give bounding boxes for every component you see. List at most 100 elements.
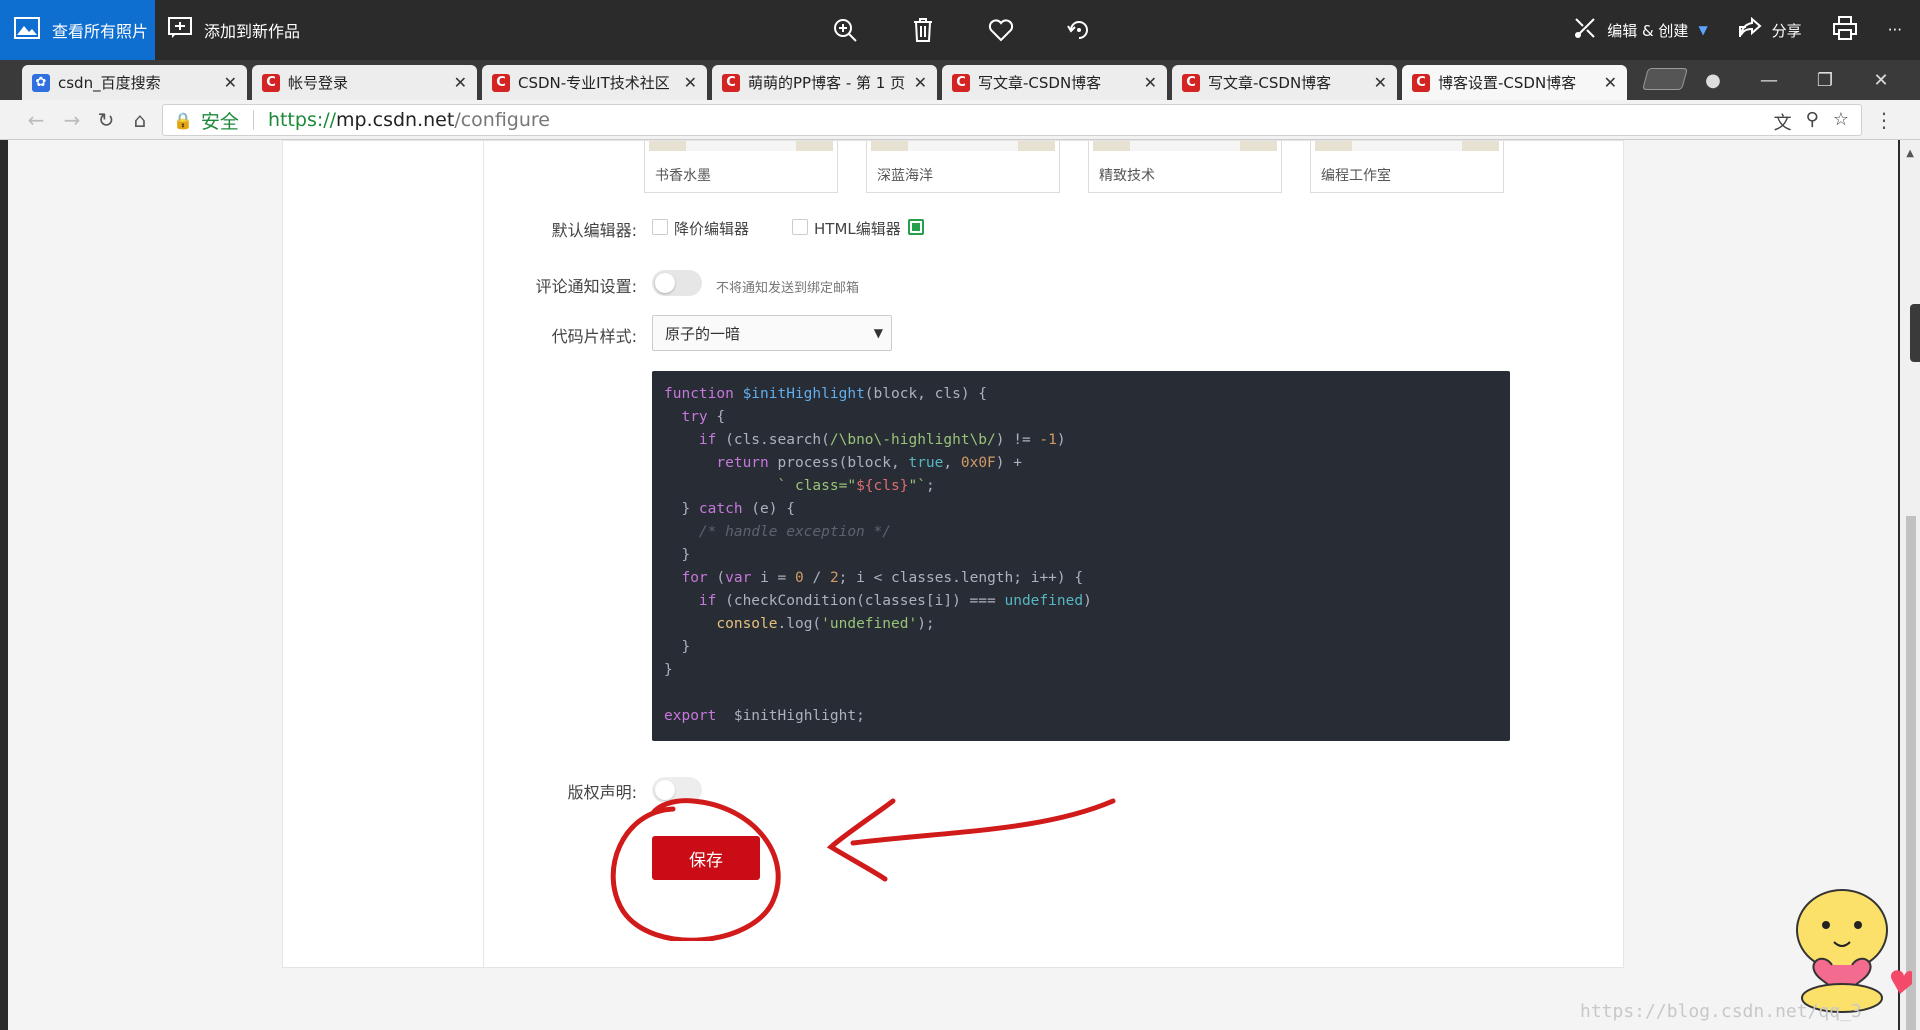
side-handle[interactable] <box>1910 304 1920 362</box>
photos-app-bar: 查看所有照片 添加到新作品 编辑 & 创建 ▼ 分享 ··· <box>0 0 1920 60</box>
window-close-icon[interactable]: ✕ <box>1856 60 1906 100</box>
theme-thumbnail <box>1093 141 1277 151</box>
theme-label: 编程工作室 <box>1321 168 1391 184</box>
lock-icon: 🔒 <box>173 110 193 130</box>
restore-icon[interactable]: ❐ <box>1800 60 1850 100</box>
url-host: mp.csdn.net <box>336 109 455 131</box>
browser-tab-bar: ✿ csdn_百度搜索 ✕ C 帐号登录 ✕ C CSDN-专业IT技术社区 ✕… <box>0 60 1920 100</box>
more-button[interactable]: ··· <box>1888 21 1902 39</box>
red-circle-annotation <box>610 798 1116 941</box>
close-icon[interactable]: ✕ <box>224 73 237 92</box>
edit-create-icon <box>1573 16 1597 44</box>
code-style-label: 代码片样式: <box>551 327 637 346</box>
close-icon[interactable]: ✕ <box>1374 73 1387 92</box>
print-button[interactable] <box>1832 16 1858 44</box>
home-icon[interactable]: ⌂ <box>126 106 154 134</box>
settings-card: 书香水墨 深蓝海洋 精致技术 编程工作室 默认编辑器: 降价编辑器 HTML编辑… <box>282 140 1624 969</box>
back-arrow-icon[interactable]: ← <box>22 106 50 134</box>
translate-icon[interactable]: 文 <box>1774 109 1792 135</box>
reload-icon[interactable]: ↻ <box>92 106 120 134</box>
add-to-creation-label: 添加到新作品 <box>204 22 301 41</box>
tab-title: 写文章-CSDN博客 <box>978 74 1102 92</box>
forward-arrow-icon[interactable]: → <box>58 106 86 134</box>
edit-create-label: 编辑 & 创建 <box>1607 21 1689 40</box>
heart-icon[interactable] <box>986 15 1016 45</box>
photo-tools <box>830 0 1094 60</box>
theme-thumbnail <box>1315 141 1499 151</box>
csdn-logo-icon: C <box>952 73 970 92</box>
watermark-text: https://blog.csdn.net/qq_3 <box>1580 1001 1862 1022</box>
minimize-icon[interactable]: — <box>1744 60 1794 100</box>
tab-0[interactable]: ✿ csdn_百度搜索 ✕ <box>22 65 247 100</box>
theme-label: 深蓝海洋 <box>877 168 933 184</box>
csdn-logo-icon: C <box>1182 73 1200 92</box>
address-toolbar: ← → ↻ ⌂ 🔒 安全 https://mp.csdn.net/configu… <box>0 100 1920 140</box>
tab-6-active[interactable]: C 博客设置-CSDN博客 ✕ <box>1402 65 1627 100</box>
tab-2[interactable]: C CSDN-专业IT技术社区 ✕ <box>482 65 707 100</box>
dropdown-arrow-icon: ▼ <box>873 326 883 340</box>
csdn-logo-icon: C <box>492 73 510 92</box>
theme-thumbnail <box>871 141 1055 151</box>
new-tab-button[interactable] <box>1642 68 1688 90</box>
tab-title: CSDN-专业IT技术社区 <box>518 74 670 92</box>
tab-1[interactable]: C 帐号登录 ✕ <box>252 65 477 100</box>
markdown-editor-checkbox[interactable] <box>652 219 668 235</box>
zoom-icon[interactable]: ⚲ <box>1806 109 1819 135</box>
code-style-select[interactable]: 原子的一暗 ▼ <box>652 315 892 351</box>
share-button[interactable]: 分享 <box>1738 16 1802 43</box>
comment-notify-label: 评论通知设置: <box>535 277 637 296</box>
photos-icon <box>14 17 40 43</box>
csdn-logo-icon: C <box>1412 73 1430 92</box>
cartoon-sticker-image <box>1796 889 1912 1013</box>
html-editor-checkbox[interactable] <box>792 219 808 235</box>
add-creation-icon <box>168 17 192 43</box>
trash-icon[interactable] <box>908 15 938 45</box>
close-icon[interactable]: ✕ <box>454 73 467 92</box>
tab-5[interactable]: C 写文章-CSDN博客 ✕ <box>1172 65 1397 100</box>
zoom-in-icon[interactable] <box>830 15 860 45</box>
url-path: /configure <box>454 109 550 131</box>
code-style-value: 原子的一暗 <box>665 324 741 343</box>
baidu-paw-icon: ✿ <box>32 73 50 92</box>
divider <box>483 141 484 969</box>
close-icon[interactable]: ✕ <box>1144 73 1157 92</box>
divider <box>252 110 254 130</box>
tab-3[interactable]: C 萌萌的PP博客 - 第 1 页 ✕ <box>712 65 937 100</box>
close-icon[interactable]: ✕ <box>914 73 927 92</box>
photo-actions: 编辑 & 创建 ▼ 分享 ··· <box>1573 0 1920 60</box>
theme-option[interactable]: 精致技术 <box>1088 141 1282 193</box>
toggle-knob <box>655 273 675 293</box>
selected-indicator-icon <box>908 219 924 235</box>
close-icon[interactable]: ✕ <box>684 73 697 92</box>
theme-option[interactable]: 书香水墨 <box>644 141 838 193</box>
theme-label: 书香水墨 <box>655 168 711 184</box>
tab-title: 萌萌的PP博客 - 第 1 页 <box>748 74 906 92</box>
chevron-down-icon: ▼ <box>1698 23 1708 37</box>
profile-icon[interactable]: ● <box>1688 60 1738 100</box>
theme-option[interactable]: 编程工作室 <box>1310 141 1504 193</box>
url-text: https://mp.csdn.net/configure <box>268 109 550 131</box>
edit-create-button[interactable]: 编辑 & 创建 ▼ <box>1573 16 1708 44</box>
csdn-logo-icon: C <box>722 73 740 92</box>
comment-notify-hint: 不将通知发送到绑定邮箱 <box>716 281 860 296</box>
address-bar[interactable]: 🔒 安全 https://mp.csdn.net/configure 文 ⚲ ☆ <box>162 104 1862 136</box>
theme-thumbnail <box>649 141 833 151</box>
code-preview: function $initHighlight(block, cls) { tr… <box>652 371 1510 741</box>
csdn-logo-icon: C <box>262 73 280 92</box>
menu-icon[interactable]: ⋮ <box>1870 106 1898 134</box>
add-to-creation-button[interactable]: 添加到新作品 <box>168 0 300 60</box>
rotate-icon[interactable] <box>1064 15 1094 45</box>
close-icon[interactable]: ✕ <box>1604 73 1617 92</box>
theme-option[interactable]: 深蓝海洋 <box>866 141 1060 193</box>
page-content: 书香水墨 深蓝海洋 精致技术 编程工作室 默认编辑器: 降价编辑器 HTML编辑… <box>8 140 1898 1030</box>
view-all-photos-button[interactable]: 查看所有照片 <box>0 0 155 60</box>
scroll-up-arrow-icon[interactable]: ▲ <box>1906 148 1914 159</box>
tab-4[interactable]: C 写文章-CSDN博客 ✕ <box>942 65 1167 100</box>
star-icon[interactable]: ☆ <box>1833 109 1849 135</box>
tab-title: csdn_百度搜索 <box>58 74 161 92</box>
more-icon: ··· <box>1887 21 1902 39</box>
secure-label: 安全 <box>200 110 239 133</box>
comment-notify-toggle[interactable] <box>652 270 702 296</box>
tab-title: 写文章-CSDN博客 <box>1208 74 1332 92</box>
view-all-photos-label: 查看所有照片 <box>52 22 149 41</box>
